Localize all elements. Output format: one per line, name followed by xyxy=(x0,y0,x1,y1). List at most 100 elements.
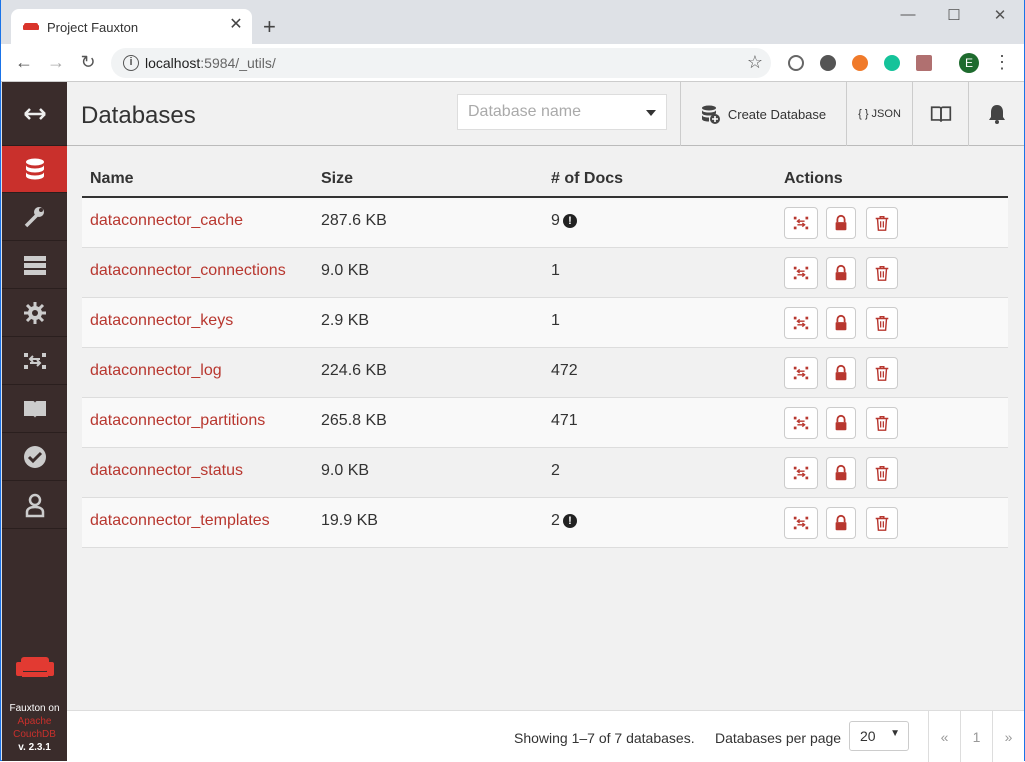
table-row: dataconnector_log 224.6 KB 472 xyxy=(82,348,1008,398)
delete-button[interactable] xyxy=(866,357,898,389)
page-1-button[interactable]: 1 xyxy=(960,711,992,762)
database-link[interactable]: dataconnector_log xyxy=(90,362,222,380)
extension-icon[interactable] xyxy=(852,55,868,71)
info-icon[interactable]: i xyxy=(123,55,139,71)
permissions-button[interactable] xyxy=(826,507,856,539)
sidebar-footer: Fauxton on Apache CouchDB v. 2.3.1 xyxy=(2,654,67,754)
wrench-icon xyxy=(24,207,44,228)
delete-button[interactable] xyxy=(866,257,898,289)
replicate-button[interactable] xyxy=(784,457,818,489)
permissions-button[interactable] xyxy=(826,207,856,239)
database-link[interactable]: dataconnector_keys xyxy=(90,312,233,330)
json-button[interactable]: { } JSON xyxy=(846,82,912,146)
permissions-button[interactable] xyxy=(826,307,856,339)
sidebar-item-verify[interactable] xyxy=(2,434,67,481)
address-bar[interactable]: i localhost:5984/_utils/ ☆ xyxy=(111,48,771,78)
forward-icon[interactable]: → xyxy=(45,52,67,72)
database-size: 2.9 KB xyxy=(321,312,370,329)
column-header-size[interactable]: Size xyxy=(321,170,353,188)
toggle-nav-icon[interactable] xyxy=(2,82,67,146)
doc-count: 472 xyxy=(551,362,578,379)
database-link[interactable]: dataconnector_connections xyxy=(90,262,286,280)
replicate-button[interactable] xyxy=(784,407,818,439)
column-header-docs[interactable]: # of Docs xyxy=(551,170,623,188)
warning-icon[interactable]: ! xyxy=(562,514,577,528)
back-icon[interactable]: ← xyxy=(13,52,35,72)
menu-kebab-icon[interactable]: ⋮ xyxy=(993,52,1011,72)
extension-icon[interactable] xyxy=(788,55,804,71)
database-link[interactable]: dataconnector_cache xyxy=(90,212,243,230)
sidebar-item-config[interactable] xyxy=(2,290,67,337)
replicate-button[interactable] xyxy=(784,257,818,289)
bell-icon xyxy=(988,105,1005,124)
database-link[interactable]: dataconnector_status xyxy=(90,462,243,480)
search-placeholder: Database name xyxy=(468,103,581,120)
replication-icon xyxy=(792,514,810,532)
version-label: v. 2.3.1 xyxy=(18,742,51,753)
sidebar-item-databases[interactable] xyxy=(2,146,67,193)
next-page-button[interactable]: » xyxy=(992,711,1024,762)
replicate-button[interactable] xyxy=(784,207,818,239)
replicate-button[interactable] xyxy=(784,357,818,389)
replication-icon xyxy=(792,464,810,482)
profile-avatar[interactable]: E xyxy=(959,53,979,73)
permissions-button[interactable] xyxy=(826,357,856,389)
replicate-button[interactable] xyxy=(784,507,818,539)
table-row: dataconnector_keys 2.9 KB 1 xyxy=(82,298,1008,348)
permissions-button[interactable] xyxy=(826,457,856,489)
new-tab-icon[interactable]: + xyxy=(263,16,276,38)
url-text: localhost:5984/_utils/ xyxy=(145,55,276,71)
doc-count-cell: 1 xyxy=(551,262,560,280)
replicate-button[interactable] xyxy=(784,307,818,339)
database-icon xyxy=(25,158,44,180)
per-page-select[interactable]: 20 ▼ xyxy=(849,721,909,751)
database-name-search[interactable]: Database name xyxy=(457,94,667,130)
database-link[interactable]: dataconnector_partitions xyxy=(90,412,265,430)
delete-button[interactable] xyxy=(866,457,898,489)
lock-icon xyxy=(832,414,850,432)
extension-icon[interactable] xyxy=(820,55,836,71)
sidebar-item-replication[interactable] xyxy=(2,338,67,385)
delete-button[interactable] xyxy=(866,507,898,539)
delete-button[interactable] xyxy=(866,307,898,339)
sidebar-item-setup[interactable] xyxy=(2,194,67,241)
permissions-button[interactable] xyxy=(826,407,856,439)
pdf-icon[interactable] xyxy=(916,55,932,71)
column-header-actions: Actions xyxy=(784,170,843,187)
notifications-button[interactable] xyxy=(968,82,1024,146)
reload-icon[interactable]: ↻ xyxy=(77,52,99,72)
sidebar: Fauxton on Apache CouchDB v. 2.3.1 xyxy=(2,82,67,761)
column-header-name[interactable]: Name xyxy=(90,170,134,188)
previous-page-button[interactable]: « xyxy=(928,711,960,762)
doc-count: 2 xyxy=(551,512,560,529)
user-icon xyxy=(25,493,44,518)
sidebar-item-user[interactable] xyxy=(2,482,67,529)
create-database-button[interactable]: Create Database xyxy=(680,82,846,146)
maximize-icon[interactable]: ☐ xyxy=(939,6,969,24)
documentation-button[interactable] xyxy=(912,82,968,146)
page-header: Databases Database name Create Database … xyxy=(67,82,1024,146)
database-link[interactable]: dataconnector_templates xyxy=(90,512,270,530)
close-window-icon[interactable]: ✕ xyxy=(985,6,1015,24)
table-row: dataconnector_cache 287.6 KB 9! xyxy=(82,198,1008,248)
book-icon xyxy=(930,106,951,122)
bookmark-star-icon[interactable]: ☆ xyxy=(747,52,763,73)
sidebar-item-active-tasks[interactable] xyxy=(2,242,67,289)
database-size: 19.9 KB xyxy=(321,512,378,529)
per-page-label: Databases per page xyxy=(715,730,842,746)
sidebar-item-documentation[interactable] xyxy=(2,386,67,433)
apache-link[interactable]: Apache xyxy=(2,715,67,728)
table-row: dataconnector_templates 19.9 KB 2! xyxy=(82,498,1008,548)
delete-button[interactable] xyxy=(866,207,898,239)
warning-icon[interactable]: ! xyxy=(562,214,577,228)
chevron-down-icon[interactable] xyxy=(646,110,656,116)
delete-button[interactable] xyxy=(866,407,898,439)
grammarly-icon[interactable] xyxy=(884,55,900,71)
close-tab-icon[interactable]: ✕ xyxy=(228,17,244,33)
permissions-button[interactable] xyxy=(826,257,856,289)
browser-tab[interactable]: Project Fauxton ✕ xyxy=(11,9,252,44)
minimize-icon[interactable]: — xyxy=(893,6,923,23)
trash-icon xyxy=(873,514,891,532)
couchdb-link[interactable]: CouchDB xyxy=(2,728,67,741)
table-row: dataconnector_connections 9.0 KB 1 xyxy=(82,248,1008,298)
